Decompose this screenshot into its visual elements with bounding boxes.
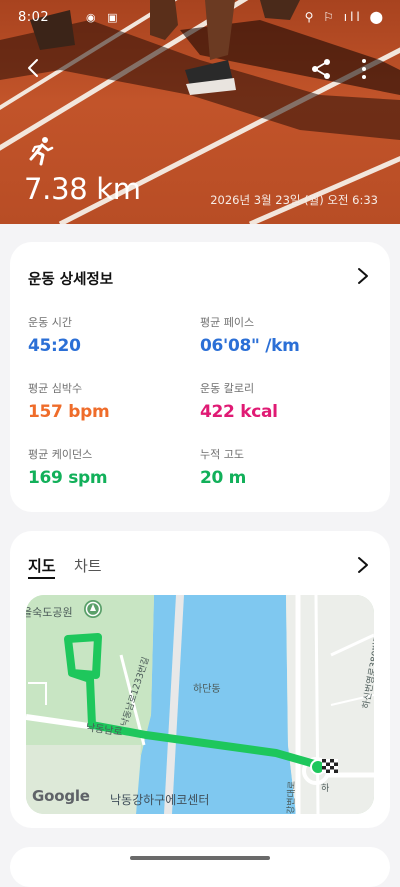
google-logo: Google [32, 787, 90, 805]
metric-heart-rate: 평균 심박수 157 bpm [28, 380, 110, 422]
notification-icons: ◉ ▣ [86, 11, 122, 24]
workout-details-card[interactable]: 운동 상세정보 운동 시간 45:20 평균 페이스 06'08" /km 평균… [10, 242, 390, 512]
metric-label: 평균 케이던스 [28, 448, 93, 461]
card-title: 운동 상세정보 [28, 272, 114, 288]
metric-calories: 운동 칼로리 422 kcal [200, 380, 278, 422]
metric-value: 422 kcal [200, 402, 278, 422]
status-time: 8:02 [18, 10, 50, 25]
metric-value: 06'08" /km [200, 336, 300, 356]
road-label: 강변대로 [286, 780, 298, 814]
tab-chart[interactable]: 차트 [74, 555, 102, 576]
metric-duration: 운동 시간 45:20 [28, 314, 81, 356]
metric-label: 운동 시간 [28, 316, 72, 329]
hero-banner: 8:02 ◉ ▣ ⚲ ⚐ ıll ⬤ 7.38 km 2026년 3월 23일 … [0, 0, 400, 224]
more-options-icon[interactable] [352, 56, 376, 82]
route-map[interactable]: 을숙도공원 하단동 낙동남로 낙동남로1233번길 하신번영로380번길 강변대… [26, 595, 374, 814]
system-icons: ⚲ ⚐ ıll ⬤ [304, 10, 386, 24]
metric-value: 157 bpm [28, 402, 110, 422]
chevron-right-icon[interactable] [356, 266, 370, 286]
road-label: 하 [321, 784, 330, 794]
district-label: 하단동 [193, 684, 221, 695]
running-icon [29, 137, 54, 166]
share-icon[interactable] [308, 56, 334, 82]
total-distance: 7.38 km [24, 172, 141, 206]
tab-map[interactable]: 지도 [28, 555, 56, 576]
workout-datetime: 2026년 3월 23일 (월) 오전 6:33 [210, 193, 378, 207]
metric-label: 평균 페이스 [200, 316, 255, 329]
metric-cadence: 평균 케이던스 169 spm [28, 446, 108, 488]
metric-label: 운동 칼로리 [200, 382, 255, 395]
chevron-right-icon[interactable] [356, 555, 370, 575]
poi-label: 낙동강하구에코센터 [110, 793, 210, 807]
metric-value: 20 m [200, 468, 247, 488]
metric-label: 평균 심박수 [28, 382, 83, 395]
metric-value: 45:20 [28, 336, 81, 356]
metric-label: 누적 고도 [200, 448, 244, 461]
home-indicator[interactable] [130, 856, 270, 860]
back-arrow-icon[interactable] [22, 56, 46, 80]
metric-elevation: 누적 고도 20 m [200, 446, 246, 488]
next-card-peek [10, 847, 390, 887]
metric-value: 169 spm [28, 468, 108, 488]
metric-pace: 평균 페이스 06'08" /km [200, 314, 300, 356]
route-map-card: 지도 차트 을숙도공원 하단동 낙동남로 낙동남로1233번길 하신번영로380… [10, 531, 390, 828]
status-bar: 8:02 ◉ ▣ ⚲ ⚐ ıll ⬤ [0, 10, 400, 30]
active-tab-indicator [28, 577, 55, 579]
park-label: 을숙도공원 [26, 606, 73, 619]
